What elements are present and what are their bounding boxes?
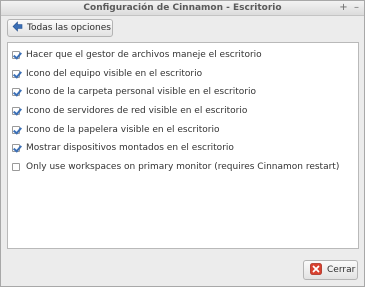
minimize-button[interactable]: + [338, 2, 349, 13]
close-button[interactable]: Cerrar [303, 260, 358, 280]
checkbox[interactable] [12, 51, 20, 59]
window-close-button[interactable]: – [351, 2, 362, 13]
all-settings-label: Todas las opciones [27, 23, 111, 33]
arrow-left-icon [12, 21, 23, 35]
option-network-icon[interactable]: Icono de servidores de red visible en el… [12, 105, 247, 117]
all-settings-button[interactable]: Todas las opciones [7, 19, 113, 37]
checkbox[interactable] [12, 107, 20, 115]
option-label: Icono del equipo visible en el escritori… [26, 69, 203, 79]
title-bar[interactable]: Configuración de Cinnamon - Escritorio +… [1, 1, 364, 16]
settings-window: Configuración de Cinnamon - Escritorio +… [0, 0, 365, 287]
option-label: Hacer que el gestor de archivos maneje e… [26, 50, 262, 60]
option-label: Icono de la carpeta personal visible en … [26, 87, 256, 97]
checkbox[interactable] [12, 144, 20, 152]
checkbox[interactable] [12, 126, 20, 134]
option-computer-icon[interactable]: Icono del equipo visible en el escritori… [12, 68, 202, 80]
option-label: Only use workspaces on primary monitor (… [26, 162, 340, 172]
close-label: Cerrar [327, 265, 356, 275]
checkbox[interactable] [12, 163, 20, 171]
window-title: Configuración de Cinnamon - Escritorio [83, 3, 282, 13]
red-x-icon [310, 262, 322, 278]
option-label: Mostrar dispositivos montados en el escr… [26, 143, 234, 153]
option-label: Icono de la papelera visible en el escri… [26, 125, 220, 135]
option-trash-icon[interactable]: Icono de la papelera visible en el escri… [12, 124, 220, 136]
option-mounted-devices[interactable]: Mostrar dispositivos montados en el escr… [12, 142, 234, 154]
option-primary-monitor-workspaces[interactable]: Only use workspaces on primary monitor (… [12, 161, 339, 173]
options-panel: Hacer que el gestor de archivos maneje e… [7, 42, 359, 249]
checkbox[interactable] [12, 70, 20, 78]
option-home-icon[interactable]: Icono de la carpeta personal visible en … [12, 86, 256, 98]
option-file-manager-desktop[interactable]: Hacer que el gestor de archivos maneje e… [12, 49, 262, 61]
option-label: Icono de servidores de red visible en el… [26, 106, 248, 116]
checkbox[interactable] [12, 88, 20, 96]
